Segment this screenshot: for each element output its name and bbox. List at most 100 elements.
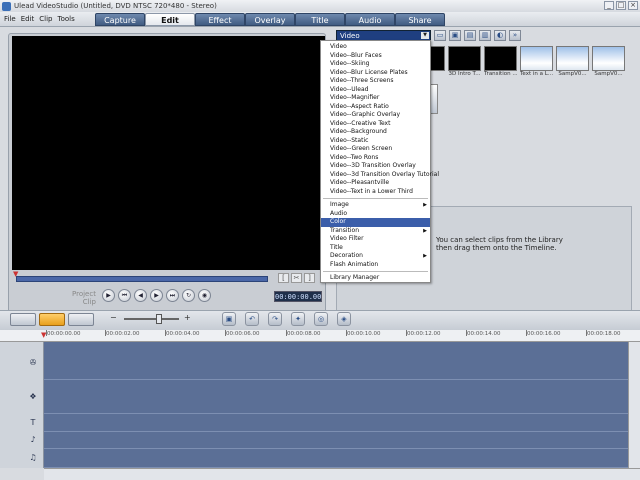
dropdown-item[interactable]: Video--Pleasantville bbox=[321, 179, 430, 188]
scrub-bar[interactable] bbox=[16, 276, 268, 282]
volume-button[interactable]: ◉ bbox=[198, 289, 211, 302]
voice-icon[interactable]: ♪ bbox=[27, 434, 39, 446]
dropdown-item-audio[interactable]: Audio bbox=[321, 210, 430, 219]
menu-tools[interactable]: Tools bbox=[58, 15, 75, 23]
tab-capture[interactable]: Capture bbox=[95, 13, 145, 26]
home-button[interactable]: ⏮ bbox=[118, 289, 131, 302]
ruler-tick-label: 00:00:02.00 bbox=[104, 330, 140, 337]
zoom-knob[interactable] bbox=[156, 314, 162, 324]
tab-overlay[interactable]: Overlay bbox=[245, 13, 295, 26]
repeat-button[interactable]: ↻ bbox=[182, 289, 195, 302]
storyboard-view-button[interactable] bbox=[10, 313, 36, 326]
ruler-tick-label: 00:00:08.00 bbox=[285, 330, 321, 337]
menu-edit[interactable]: Edit bbox=[21, 15, 35, 23]
timeline-view-button[interactable] bbox=[39, 313, 65, 326]
end-button[interactable]: ⏭ bbox=[166, 289, 179, 302]
menu-clip[interactable]: Clip bbox=[39, 15, 52, 23]
submenu-arrow-icon: ▶ bbox=[423, 253, 427, 259]
mark-out-button[interactable]: ] bbox=[304, 273, 315, 283]
tab-title[interactable]: Title bbox=[295, 13, 345, 26]
vertical-scrollbar[interactable] bbox=[628, 342, 640, 468]
chevron-down-icon[interactable]: ▼ bbox=[421, 32, 429, 39]
previous-frame-button[interactable]: ◀ bbox=[134, 289, 147, 302]
dropdown-item[interactable]: Video--Background bbox=[321, 128, 430, 137]
horizontal-scrollbar[interactable] bbox=[44, 468, 640, 480]
dropdown-item[interactable]: Video--Blur Faces bbox=[321, 52, 430, 61]
mode-project-label[interactable]: Project bbox=[72, 290, 96, 298]
overlay-icon[interactable]: ❖ bbox=[27, 391, 39, 403]
dropdown-item-color[interactable]: Color bbox=[321, 218, 430, 227]
library-thumb[interactable]: 3D Intro T... bbox=[448, 46, 481, 82]
options-icon[interactable]: ▤ bbox=[464, 30, 476, 41]
redo-icon[interactable]: ↷ bbox=[268, 312, 282, 326]
tab-audio[interactable]: Audio bbox=[345, 13, 395, 26]
timecode-display[interactable]: 00:00:00.00 bbox=[274, 291, 322, 302]
library-thumb[interactable]: Transition ... bbox=[484, 46, 517, 82]
zoom-in-icon[interactable]: + bbox=[184, 313, 191, 322]
dvd-icon[interactable]: ◐ bbox=[494, 30, 506, 41]
overlay-track[interactable] bbox=[44, 380, 628, 414]
voice-track[interactable] bbox=[44, 432, 628, 449]
title-text-icon[interactable]: T bbox=[27, 417, 39, 429]
expand-icon[interactable]: » bbox=[509, 30, 521, 41]
dropdown-item-library-manager[interactable]: Library Manager bbox=[321, 274, 430, 283]
mark-in-button[interactable]: [ bbox=[278, 273, 289, 283]
dropdown-item[interactable]: Video--Three Screens bbox=[321, 77, 430, 86]
library-thumb[interactable]: Text in a L... bbox=[520, 46, 553, 82]
cut-clip-icon[interactable]: ✂ bbox=[291, 273, 302, 283]
zoom-slider[interactable]: − + bbox=[110, 313, 200, 324]
minimize-button[interactable]: _ bbox=[604, 1, 614, 10]
dropdown-item[interactable]: Video--Ulead bbox=[321, 86, 430, 95]
zoom-track[interactable] bbox=[124, 318, 179, 320]
folder-icon[interactable]: ▭ bbox=[434, 30, 446, 41]
tab-effect[interactable]: Effect bbox=[195, 13, 245, 26]
dropdown-item-video-filter[interactable]: Video Filter bbox=[321, 235, 430, 244]
dropdown-item[interactable]: Video--Skiing bbox=[321, 60, 430, 69]
library-thumb[interactable]: SampV0... bbox=[556, 46, 589, 82]
mode-clip-label[interactable]: Clip bbox=[72, 298, 96, 306]
dropdown-item[interactable]: Video--Text in a Lower Third bbox=[321, 188, 430, 197]
insert-media-icon[interactable]: ▣ bbox=[222, 312, 236, 326]
film-reel-icon[interactable]: ✇ bbox=[27, 357, 39, 369]
music-track[interactable] bbox=[44, 449, 628, 468]
tab-share[interactable]: Share bbox=[395, 13, 445, 26]
next-frame-button[interactable]: ▶ bbox=[150, 289, 163, 302]
dropdown-item[interactable]: Video bbox=[321, 43, 430, 52]
dropdown-item-title[interactable]: Title bbox=[321, 244, 430, 253]
video-track[interactable] bbox=[44, 342, 628, 380]
smart-proxy-icon[interactable]: ✦ bbox=[291, 312, 305, 326]
chapter-icon[interactable]: ◈ bbox=[337, 312, 351, 326]
zoom-out-icon[interactable]: − bbox=[110, 313, 117, 322]
dropdown-item[interactable]: Video--Two Rons bbox=[321, 154, 430, 163]
dropdown-item[interactable]: Video--Blur License Plates bbox=[321, 69, 430, 78]
dropdown-item[interactable]: Video--Static bbox=[321, 137, 430, 146]
play-button[interactable]: ▶ bbox=[102, 289, 115, 302]
dropdown-item-image[interactable]: Image ▶ bbox=[321, 201, 430, 210]
audio-view-button[interactable] bbox=[68, 313, 94, 326]
close-button[interactable]: × bbox=[628, 1, 638, 10]
dropdown-item-flash-animation[interactable]: Flash Animation bbox=[321, 261, 430, 270]
track-manager-icon[interactable]: ◎ bbox=[314, 312, 328, 326]
dropdown-item[interactable]: Video--Graphic Overlay bbox=[321, 111, 430, 120]
title-track[interactable] bbox=[44, 414, 628, 432]
tab-edit[interactable]: Edit bbox=[145, 13, 195, 26]
dropdown-item-decoration[interactable]: Decoration ▶ bbox=[321, 252, 430, 261]
dropdown-item[interactable]: Video--Aspect Ratio bbox=[321, 103, 430, 112]
import-icon[interactable]: ▣ bbox=[449, 30, 461, 41]
dropdown-item[interactable]: Video--Creative Text bbox=[321, 120, 430, 129]
maximize-button[interactable]: □ bbox=[616, 1, 626, 10]
music-icon[interactable]: ♫ bbox=[27, 452, 39, 464]
menu-file[interactable]: File bbox=[4, 15, 16, 23]
sort-icon[interactable]: ▥ bbox=[479, 30, 491, 41]
dropdown-item-transition[interactable]: Transition ▶ bbox=[321, 227, 430, 236]
thumb-caption: SampV0... bbox=[558, 71, 587, 77]
dropdown-item[interactable]: Video--Green Screen bbox=[321, 145, 430, 154]
undo-icon[interactable]: ↶ bbox=[245, 312, 259, 326]
library-thumb[interactable]: SampV0... bbox=[592, 46, 625, 82]
library-category-dropdown: Video Video--Blur Faces Video--Skiing Vi… bbox=[320, 40, 439, 283]
play-mode-label[interactable]: Project Clip bbox=[72, 290, 96, 306]
dropdown-item[interactable]: Video--Magnifier bbox=[321, 94, 430, 103]
dropdown-item[interactable]: Video--3D Transition Overlay bbox=[321, 162, 430, 171]
dropdown-item[interactable]: Video--3d Transition Overlay Tutorial bbox=[321, 171, 439, 180]
mark-buttons: [ ✂ ] bbox=[278, 273, 315, 283]
